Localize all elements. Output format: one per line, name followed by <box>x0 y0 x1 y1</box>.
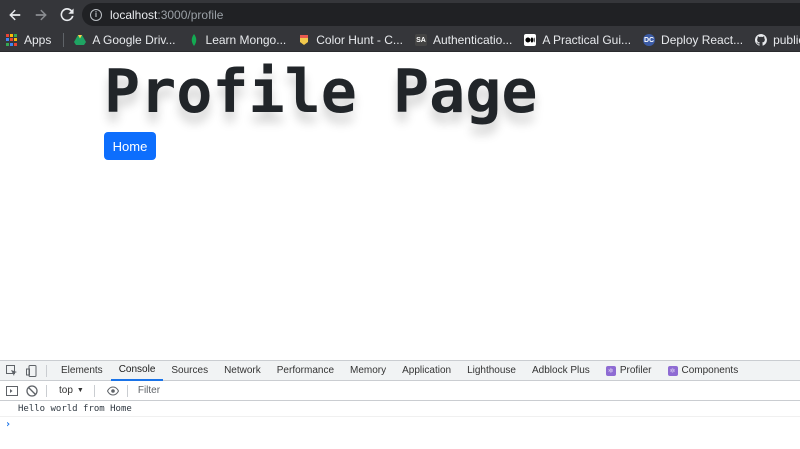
sidebar-toggle-icon <box>6 385 18 396</box>
tab-components[interactable]: ⚛ Components <box>660 361 747 381</box>
tab-label: Sources <box>171 365 209 376</box>
reload-button[interactable] <box>56 4 78 26</box>
tab-label: Profiler <box>619 365 652 376</box>
tab-sources[interactable]: Sources <box>163 361 216 381</box>
mongodb-leaf-icon <box>188 34 200 46</box>
bookmark-label: Learn Mongo... <box>205 33 287 47</box>
device-icon <box>26 364 37 377</box>
forward-button[interactable] <box>30 4 52 26</box>
tab-lighthouse[interactable]: Lighthouse <box>459 361 524 381</box>
show-sidebar-button[interactable] <box>4 383 20 399</box>
bookmark-apps[interactable]: Apps <box>6 33 51 47</box>
live-expression-button[interactable] <box>105 383 121 399</box>
tab-network[interactable]: Network <box>216 361 269 381</box>
bookmark-authentication[interactable]: SA Authenticatio... <box>414 33 513 47</box>
tab-performance[interactable]: Performance <box>269 361 342 381</box>
tab-label: Memory <box>350 365 387 376</box>
bookmark-label: A Practical Gui... <box>542 33 632 47</box>
bookmark-public[interactable]: public-a <box>755 33 800 47</box>
color-hunt-icon <box>298 34 310 46</box>
tab-elements[interactable]: Elements <box>53 361 111 381</box>
tab-label: Components <box>681 365 739 376</box>
bookmark-practical-guide[interactable]: A Practical Gui... <box>524 33 631 47</box>
bookmark-label: Apps <box>24 33 52 47</box>
bookmark-label: A Google Driv... <box>92 33 176 47</box>
toolbar-divider <box>126 384 128 397</box>
sa-logo-icon: SA <box>414 34 427 46</box>
back-button[interactable] <box>4 4 26 26</box>
console-prompt[interactable]: › <box>0 417 800 431</box>
bookmark-label: Color Hunt - C... <box>316 33 403 47</box>
google-drive-icon <box>74 34 87 46</box>
eye-icon <box>106 385 119 396</box>
bookmark-label: Authenticatio... <box>432 33 513 47</box>
bookmark-google-drive[interactable]: A Google Driv... <box>74 33 176 47</box>
tab-label: Lighthouse <box>467 365 516 376</box>
tab-label: Elements <box>61 365 103 376</box>
console-message-text: Hello world from Home <box>18 403 132 414</box>
url-host: localhost <box>110 7 158 22</box>
block-icon <box>26 384 38 397</box>
react-icon: ⚛ <box>667 365 678 376</box>
context-value: top <box>59 385 73 396</box>
toolbar-divider <box>93 384 95 397</box>
inspect-cursor-icon <box>6 364 17 376</box>
context-select[interactable]: top ▼ <box>55 385 88 396</box>
tab-adblock-plus[interactable]: Adblock Plus <box>524 361 598 381</box>
console-filter-input[interactable] <box>137 383 338 398</box>
clear-console-button[interactable] <box>24 383 40 399</box>
tab-label: Adblock Plus <box>532 365 590 376</box>
dc-logo-icon: DC <box>643 34 656 46</box>
browser-toolbar: i localhost:3000/profile <box>0 0 800 29</box>
arrow-left-icon <box>9 9 21 20</box>
bookmark-label: public-a <box>773 33 800 47</box>
reload-icon <box>60 7 74 21</box>
bookmark-label: Deploy React... <box>661 33 744 47</box>
device-toolbar-button[interactable] <box>24 363 40 379</box>
home-button[interactable]: Home <box>104 132 156 160</box>
info-icon[interactable]: i <box>90 8 102 21</box>
bookmark-color-hunt[interactable]: Color Hunt - C... <box>298 33 403 47</box>
github-icon <box>755 34 768 46</box>
tab-label: Application <box>402 365 452 376</box>
page-viewport: Profile Page Home <box>0 53 800 360</box>
apps-grid-icon <box>6 34 18 46</box>
url-path: :3000/profile <box>157 7 224 22</box>
tab-application[interactable]: Application <box>394 361 459 381</box>
bookmark-deploy-react[interactable]: DC Deploy React... <box>643 33 743 47</box>
page-title: Profile Page <box>104 57 538 127</box>
tab-console[interactable]: Console <box>110 361 164 381</box>
toolbar-divider <box>46 384 47 397</box>
prompt-chevron-icon: › <box>5 418 12 430</box>
bookmark-separator <box>63 33 65 47</box>
address-bar[interactable]: i localhost:3000/profile <box>82 3 800 26</box>
bookmarks-bar: Apps A Google Driv... Learn Mongo... Col… <box>0 29 800 52</box>
react-icon: ⚛ <box>605 365 616 376</box>
caret-down-icon: ▼ <box>76 387 84 394</box>
tab-label: Performance <box>276 365 335 376</box>
medium-icon <box>524 34 537 46</box>
console-toolbar: top ▼ <box>0 381 800 401</box>
tab-label: Console <box>118 364 156 375</box>
devtools-tabbar: Elements Console Sources Network Perform… <box>0 361 800 381</box>
console-message: Hello world from Home <box>0 401 800 417</box>
tab-profiler[interactable]: ⚛ Profiler <box>598 361 660 381</box>
bookmark-learn-mongo[interactable]: Learn Mongo... <box>188 33 287 47</box>
tab-label: Network <box>224 365 261 376</box>
tab-memory[interactable]: Memory <box>342 361 394 381</box>
tabbar-divider <box>46 364 47 377</box>
inspect-element-button[interactable] <box>4 363 20 379</box>
devtools-panel: Elements Console Sources Network Perform… <box>0 360 800 449</box>
arrow-right-icon <box>35 9 47 20</box>
